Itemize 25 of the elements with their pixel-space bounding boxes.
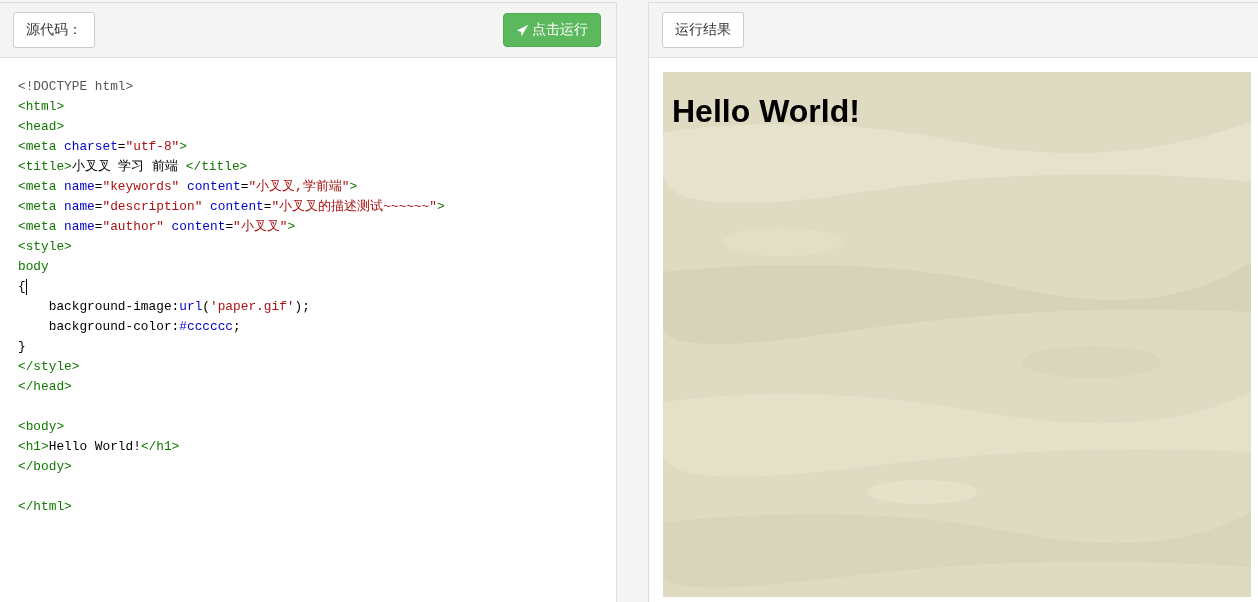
- code-line: }: [18, 338, 26, 356]
- code-line: <head>: [18, 118, 65, 136]
- code-line: <meta charset="utf-8">: [18, 138, 187, 156]
- code-line: </style>: [18, 358, 80, 376]
- code-line: <html>: [18, 98, 65, 116]
- code-line: </html>: [18, 498, 72, 516]
- code-line: <body>: [18, 418, 65, 436]
- code-line: </head>: [18, 378, 72, 396]
- code-line: <meta name="description" content="小叉叉的描述测试~~~~~~">: [18, 198, 445, 216]
- code-line: <h1>Hello World!</h1>: [18, 438, 180, 456]
- code-line: background-image:url('paper.gif');: [47, 298, 310, 316]
- code-line: </body>: [18, 458, 72, 476]
- source-code-label: 源代码：: [13, 12, 95, 48]
- result-label: 运行结果: [662, 12, 744, 48]
- code-line: background-color:#cccccc;: [47, 318, 241, 336]
- code-line: <meta name="author" content="小叉叉">: [18, 218, 296, 236]
- paper-plane-icon: [516, 23, 529, 37]
- code-line: <!DOCTYPE html>: [18, 78, 134, 96]
- code-line: <title>小叉叉 学习 前端 </title>: [18, 158, 248, 176]
- code-line: {: [18, 278, 26, 296]
- code-line: <style>: [18, 238, 72, 256]
- preview-heading: Hello World!: [672, 94, 860, 130]
- run-button[interactable]: 点击运行: [503, 13, 601, 47]
- code-line: <meta name="keywords" content="小叉叉,学前端">: [18, 178, 358, 196]
- code-line: body: [18, 258, 49, 276]
